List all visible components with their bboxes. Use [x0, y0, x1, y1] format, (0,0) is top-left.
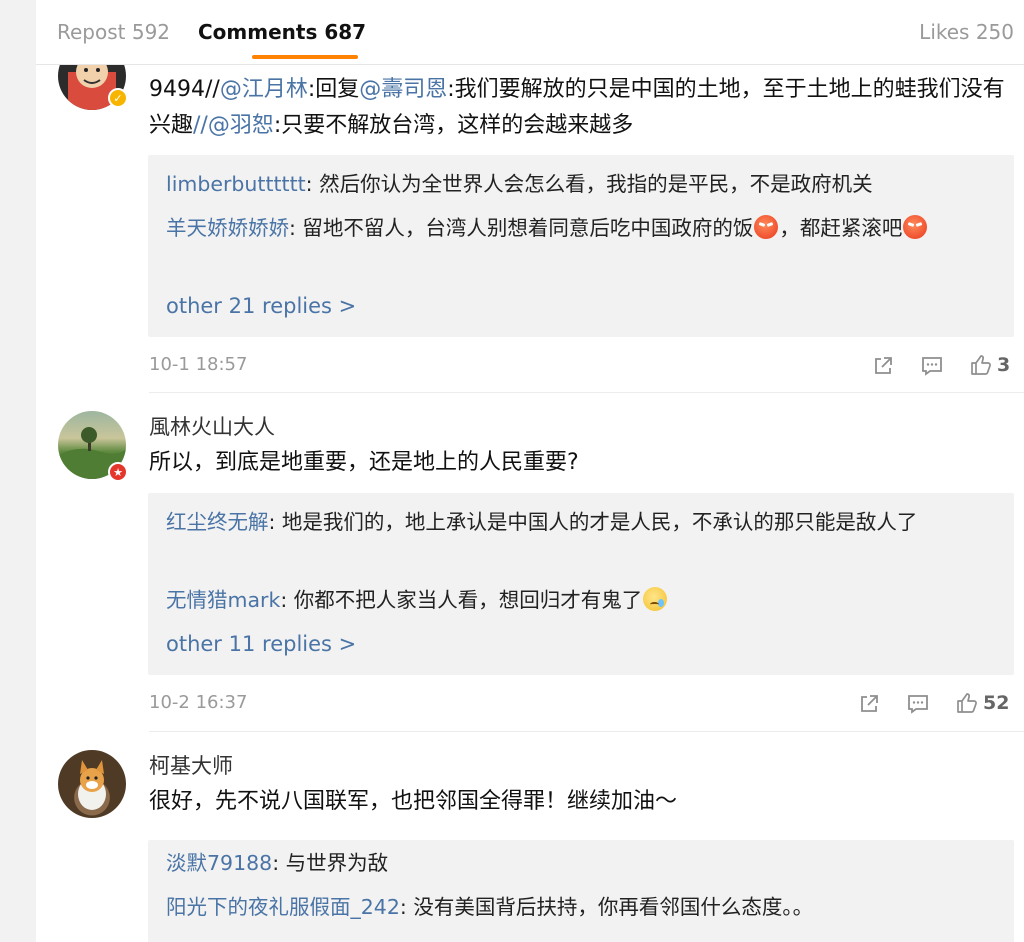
- angry-emoji-icon: [754, 215, 779, 239]
- tab-comments[interactable]: Comments 687: [198, 18, 366, 46]
- comment-button[interactable]: [907, 693, 929, 715]
- thumbs-up-icon: [971, 355, 991, 375]
- comment-text: 9494//@江月林:回复@壽司恩:我们要解放的只是中国的土地，至于土地上的蛙我…: [149, 72, 1009, 144]
- comment-text-segment: :回复: [307, 77, 360, 102]
- angry-emoji-icon: [903, 215, 928, 239]
- reply-author-link[interactable]: 阳光下的夜礼服假面_242: [166, 895, 400, 919]
- comment-page: Repost 592 Comments 687 Likes 250 ✓ 9494…: [36, 0, 1024, 942]
- reply-box: 淡默79188: 与世界为敌 阳光下的夜礼服假面_242: 没有美国背后扶持，你…: [148, 840, 1014, 942]
- reply-text: : 与世界为敌: [272, 851, 389, 875]
- comment-text: 很好，先不说八国联军，也把邻国全得罪！继续加油～: [149, 789, 678, 814]
- active-tab-indicator: [252, 55, 358, 59]
- avatar-image: [78, 760, 106, 810]
- member-badge-icon: ★: [108, 462, 128, 482]
- comment-button[interactable]: [921, 355, 943, 377]
- reply-item: 红尘终无解: 地是我们的，地上承认是中国人的才是人民，不承认的那只能是敌人了: [166, 504, 996, 541]
- comment-text-segment: 9494//: [149, 77, 220, 102]
- comment-author-link[interactable]: 風林火山大人: [149, 411, 275, 441]
- comment-timestamp: 10-2 16:37: [149, 692, 248, 713]
- share-button[interactable]: [872, 355, 894, 377]
- reply-author-link[interactable]: 红尘终无解: [166, 510, 269, 534]
- comment-icon: [908, 695, 928, 714]
- reply-text-continued: ，都赶紧滚吧: [779, 216, 903, 240]
- reply-item: limberbutttttt: 然后你认为全世界人会怎么看，我指的是平民，不是政…: [166, 166, 996, 203]
- share-button[interactable]: [858, 693, 880, 715]
- comment-icon: [922, 357, 942, 376]
- comment-text-segment: :只要不解放台湾，这样的会越来越多: [273, 113, 634, 138]
- comment-item: 柯基大师 很好，先不说八国联军，也把邻国全得罪！继续加油～ 淡默79188: 与…: [36, 732, 1024, 942]
- mention-link[interactable]: @壽司恩: [359, 77, 447, 102]
- reply-author-link[interactable]: limberbutttttt: [166, 172, 306, 196]
- comment-author-link[interactable]: 柯基大师: [149, 750, 233, 780]
- reply-item: 淡默79188: 与世界为敌: [166, 845, 996, 882]
- like-button[interactable]: 3: [969, 353, 1010, 377]
- thumbs-up-icon: [957, 693, 977, 713]
- more-replies-link[interactable]: other 21 replies >: [166, 294, 356, 318]
- reply-author-link[interactable]: 淡默79188: [166, 851, 272, 875]
- reply-item: 羊天娇娇娇娇: 留地不留人，台湾人别想着同意后吃中国政府的饭 ，都赶紧滚吧: [166, 210, 996, 247]
- like-count: 3: [997, 354, 1011, 376]
- share-icon: [875, 357, 892, 374]
- like-count: 52: [983, 692, 1010, 714]
- verified-badge-icon: ✓: [108, 88, 128, 108]
- reply-item: 无情猎mark: 你都不把人家当人看，想回归才有鬼了: [166, 582, 996, 619]
- reply-text: : 你都不把人家当人看，想回归才有鬼了: [280, 588, 643, 612]
- reply-text: : 留地不留人，台湾人别想着同意后吃中国政府的饭: [289, 216, 754, 240]
- like-button[interactable]: 52: [955, 691, 1009, 715]
- reply-text: : 没有美国背后扶持，你再看邻国什么态度。。: [399, 895, 814, 919]
- tab-repost[interactable]: Repost 592: [57, 18, 170, 46]
- reply-box: 红尘终无解: 地是我们的，地上承认是中国人的才是人民，不承认的那只能是敌人了 无…: [148, 493, 1014, 675]
- mention-link[interactable]: //@羽恕: [193, 113, 274, 138]
- reply-text: : 地是我们的，地上承认是中国人的才是人民，不承认的那只能是敌人了: [268, 510, 918, 534]
- tab-bar: Repost 592 Comments 687 Likes 250: [36, 0, 1024, 65]
- reply-author-link[interactable]: 羊天娇娇娇娇: [166, 216, 289, 240]
- comment-item: ★ 風林火山大人 所以，到底是地重要，还是地上的人民重要? 红尘终无解: 地是我…: [36, 393, 1024, 732]
- reply-text: : 然后你认为全世界人会怎么看，我指的是平民，不是政府机关: [305, 172, 873, 196]
- reply-item: 阳光下的夜礼服假面_242: 没有美国背后扶持，你再看邻国什么态度。。: [166, 889, 996, 926]
- share-icon: [861, 695, 878, 712]
- mention-link[interactable]: @江月林: [220, 77, 308, 102]
- avatar[interactable]: [58, 750, 126, 818]
- reply-author-link[interactable]: 无情猎mark: [166, 588, 280, 612]
- more-replies-link[interactable]: other 11 replies >: [166, 632, 356, 656]
- comment-timestamp: 10-1 18:57: [149, 354, 248, 375]
- comment-text: 所以，到底是地重要，还是地上的人民重要?: [149, 450, 579, 475]
- reply-box: limberbutttttt: 然后你认为全世界人会怎么看，我指的是平民，不是政…: [148, 155, 1014, 337]
- sad-tear-emoji-icon: [643, 587, 668, 611]
- tab-likes[interactable]: Likes 250: [919, 18, 1014, 46]
